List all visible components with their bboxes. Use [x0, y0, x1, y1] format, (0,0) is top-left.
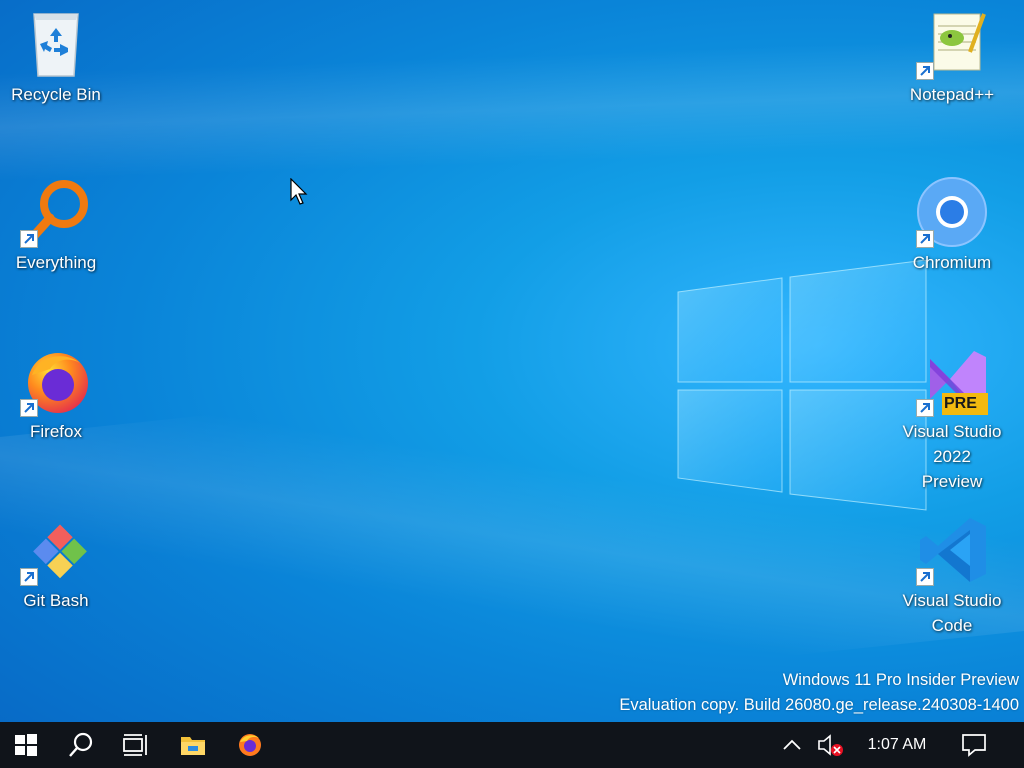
- file-explorer-button[interactable]: [167, 722, 219, 768]
- windows-logo-wallpaper: [677, 260, 927, 511]
- pre-badge: PRE: [944, 395, 977, 412]
- everything-icon: [20, 176, 92, 248]
- shortcut-arrow-icon: [916, 230, 934, 248]
- icon-label: Visual Studio Code: [902, 588, 1002, 638]
- volume-muted-icon: [818, 734, 843, 756]
- icon-label: Everything: [15, 253, 97, 272]
- taskbar: 1:07 AM: [0, 722, 1024, 768]
- chevron-up-icon: [783, 739, 801, 750]
- firefox-icon: [20, 345, 92, 417]
- shortcut-arrow-icon: [916, 568, 934, 586]
- task-view-icon: [123, 734, 147, 756]
- icon-label: Recycle Bin: [11, 85, 101, 104]
- shortcut-arrow-icon: [916, 399, 934, 417]
- desktop-icon-notepad-plus-plus[interactable]: Notepad++: [902, 8, 1002, 107]
- icon-label-line1: Visual Studio: [902, 422, 1002, 441]
- recycle-bin-icon: [20, 8, 92, 80]
- desktop-icon-git-bash[interactable]: Git Bash: [6, 514, 106, 613]
- shortcut-arrow-icon: [20, 568, 38, 586]
- action-center-icon: [962, 734, 986, 757]
- desktop-icon-recycle-bin[interactable]: Recycle Bin: [6, 8, 106, 107]
- icon-label-line2: 2022 Preview: [921, 447, 983, 491]
- desktop-icon-firefox[interactable]: Firefox: [6, 345, 106, 444]
- search-button[interactable]: [55, 722, 107, 768]
- shortcut-arrow-icon: [20, 230, 38, 248]
- clock[interactable]: 1:07 AM: [856, 722, 938, 768]
- watermark-line2: Evaluation copy. Build 26080.ge_release.…: [619, 696, 1019, 714]
- icon-label: Git Bash: [23, 591, 89, 610]
- icon-label-line2: Code: [931, 616, 973, 635]
- start-button[interactable]: [0, 722, 52, 768]
- visual-studio-preview-icon: PRE: [916, 345, 988, 417]
- notepad-plus-plus-icon: [916, 8, 988, 80]
- search-icon: [69, 732, 93, 757]
- icon-label: Firefox: [30, 422, 82, 441]
- action-center-button[interactable]: [948, 722, 1000, 768]
- desktop-icon-chromium[interactable]: Chromium: [902, 176, 1002, 275]
- task-view-button[interactable]: [109, 722, 161, 768]
- shortcut-arrow-icon: [916, 62, 934, 80]
- file-explorer-icon: [181, 737, 205, 755]
- icon-label: Chromium: [912, 253, 992, 272]
- watermark-line1: Windows 11 Pro Insider Preview: [782, 671, 1019, 689]
- windows-watermark: Windows 11 Pro Insider Preview Evaluatio…: [619, 668, 1019, 718]
- desktop-icon-everything[interactable]: Everything: [6, 176, 106, 275]
- icon-label: Visual Studio 2022 Preview: [902, 419, 1002, 494]
- firefox-taskbar-button[interactable]: [224, 722, 276, 768]
- firefox-taskbar-icon: [239, 734, 261, 756]
- desktop-icon-visual-studio-code[interactable]: Visual Studio Code: [902, 514, 1002, 638]
- volume-button[interactable]: [808, 722, 852, 768]
- icon-label: Notepad++: [909, 85, 995, 104]
- vscode-icon: [916, 514, 988, 586]
- icon-label-line1: Visual Studio: [902, 591, 1002, 610]
- desktop-icon-visual-studio-2022-preview[interactable]: PRE Visual Studio 2022 Preview: [902, 345, 1002, 494]
- git-bash-icon: [20, 514, 92, 586]
- desktop[interactable]: Recycle Bin Everything Firefox Git Bash …: [0, 0, 1024, 722]
- chromium-icon: [916, 176, 988, 248]
- shortcut-arrow-icon: [20, 399, 38, 417]
- mouse-cursor-icon: [290, 178, 308, 205]
- start-icon: [15, 734, 37, 756]
